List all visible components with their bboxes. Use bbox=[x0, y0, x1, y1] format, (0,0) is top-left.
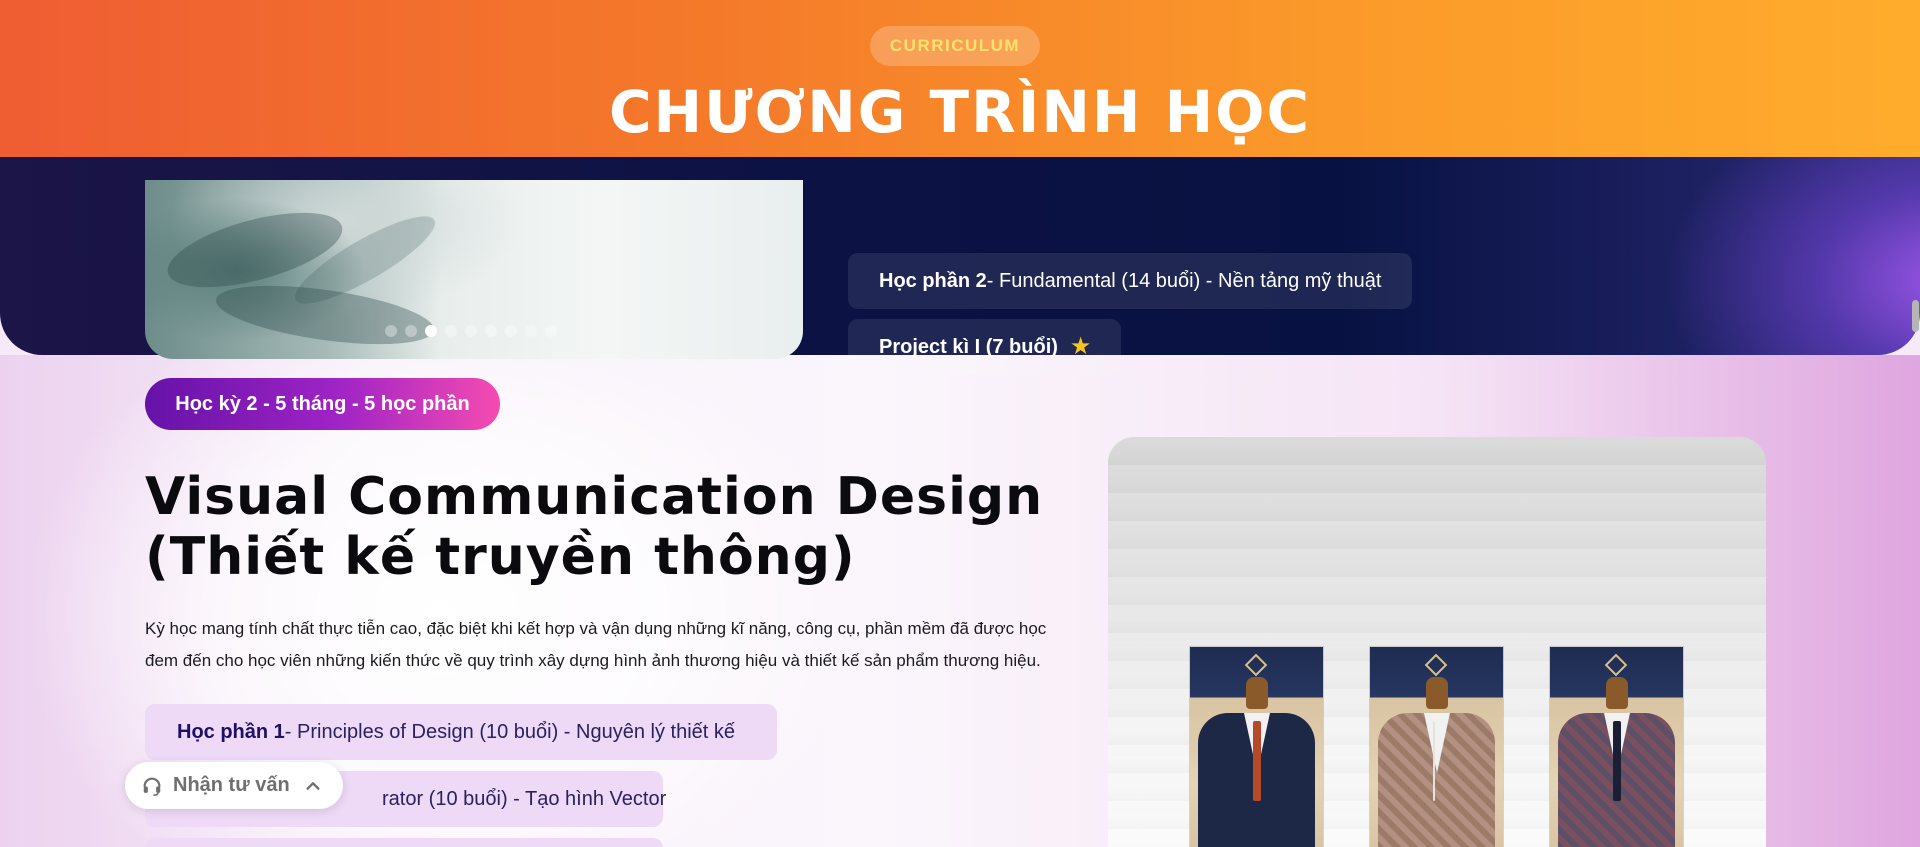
module-text: rator (10 buổi) - Tạo hình Vector bbox=[382, 787, 667, 810]
headset-icon bbox=[143, 777, 161, 796]
consult-label: Nhận tư vấn bbox=[173, 774, 290, 796]
consult-widget[interactable]: Nhận tư vấn bbox=[125, 762, 343, 809]
description-line-2: đem đến cho học viên những kiến thức về … bbox=[145, 651, 1041, 670]
curriculum-eyebrow: CURRICULUM bbox=[870, 26, 1040, 66]
heading-line-2: (Thiết kế truyền thông) bbox=[145, 527, 856, 587]
chevron-up-icon[interactable] bbox=[304, 777, 322, 795]
slider-dot[interactable] bbox=[465, 325, 477, 337]
term2-module-3 bbox=[145, 838, 663, 847]
slider-dot[interactable] bbox=[445, 325, 457, 337]
scrollbar-thumb[interactable] bbox=[1912, 300, 1919, 332]
slider-dot[interactable] bbox=[385, 325, 397, 337]
term2-badge: Học kỳ 2 - 5 tháng - 5 học phần bbox=[145, 378, 500, 430]
description-line-1: Kỳ học mang tính chất thực tiễn cao, đặc… bbox=[145, 619, 1047, 638]
slider-dot[interactable] bbox=[485, 325, 497, 337]
slider-dot[interactable] bbox=[545, 325, 557, 337]
star-icon: ★ bbox=[1069, 333, 1092, 360]
term2-module-1: Học phần 1 - Principles of Design (10 bu… bbox=[145, 704, 777, 760]
heading-line-1: Visual Communication Design bbox=[145, 467, 1044, 527]
curriculum-header: CURRICULUM CHƯƠNG TRÌNH HỌC bbox=[0, 0, 1920, 157]
page-title: CHƯƠNG TRÌNH HỌC bbox=[608, 78, 1312, 146]
term2-heading: Visual Communication Design (Thiết kế tr… bbox=[145, 467, 1075, 587]
module-label: Học phần 2 bbox=[879, 269, 987, 292]
slider-pagination bbox=[385, 325, 557, 337]
term1-project: Project kì I (7 buổi) ★ bbox=[848, 319, 1122, 375]
suit-standee bbox=[1550, 647, 1683, 847]
slider-dot[interactable] bbox=[525, 325, 537, 337]
slider-dot[interactable] bbox=[425, 325, 437, 337]
slider-dot[interactable] bbox=[505, 325, 517, 337]
term2-product-image bbox=[1108, 437, 1766, 847]
module-label: Project kì I (7 buổi) bbox=[879, 335, 1058, 358]
module-text: - Principles of Design (10 buổi) - Nguyê… bbox=[284, 720, 736, 743]
suit-standee bbox=[1370, 647, 1503, 847]
suit-standee bbox=[1190, 647, 1323, 847]
page-scrollbar[interactable] bbox=[1910, 0, 1920, 847]
module-text: - Fundamental (14 buổi) - Nền tảng mỹ th… bbox=[986, 269, 1382, 292]
module-label: Học phần 1 bbox=[177, 720, 285, 743]
term2-description: Kỳ học mang tính chất thực tiễn cao, đặc… bbox=[145, 613, 1075, 677]
slider-dot[interactable] bbox=[405, 325, 417, 337]
term1-module-2: Học phần 2 - Fundamental (14 buổi) - Nền… bbox=[848, 253, 1413, 309]
